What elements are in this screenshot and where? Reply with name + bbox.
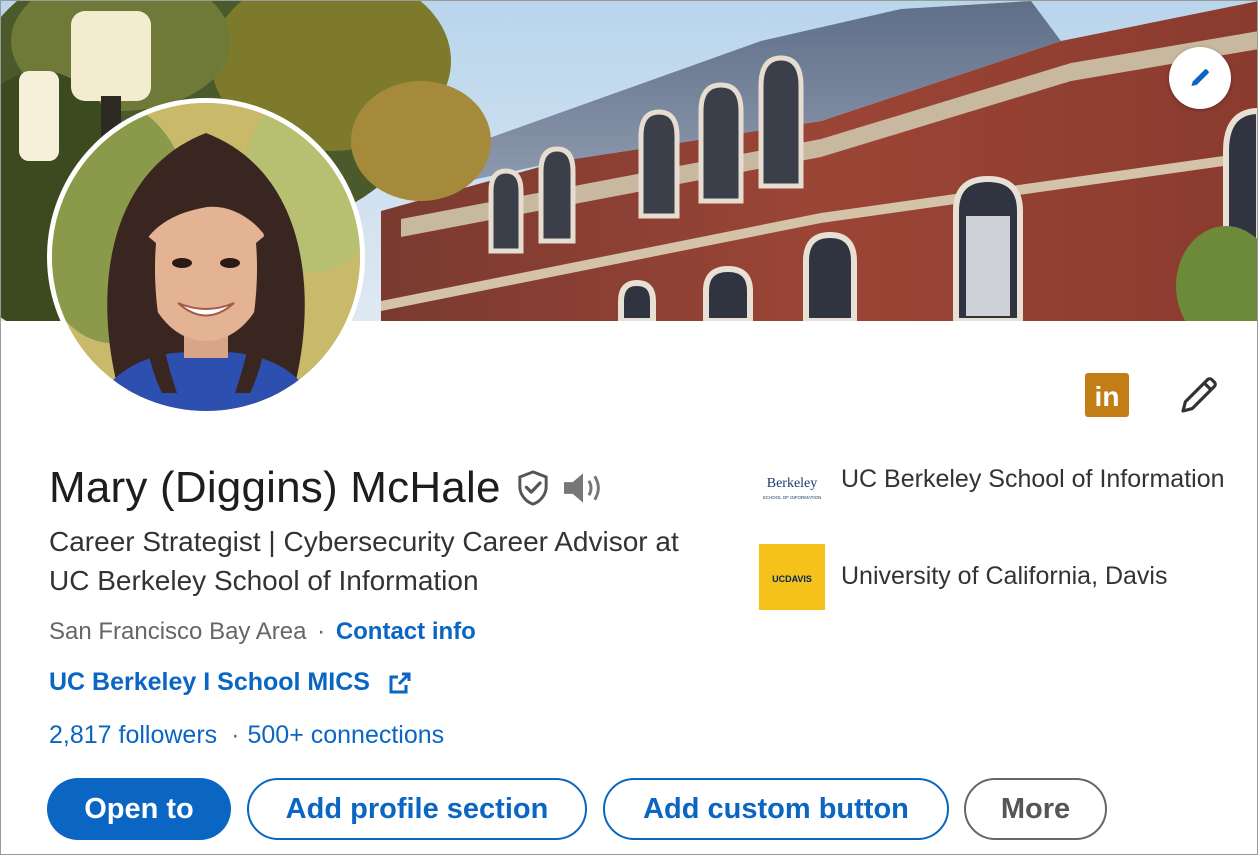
pencil-icon (1191, 69, 1209, 88)
profile-headline: Career Strategist | Cybersecurity Career… (49, 526, 679, 596)
add-custom-button-button[interactable]: Add custom button (603, 778, 949, 840)
website-label: UC Berkeley I School MICS (49, 668, 370, 696)
followers-link[interactable]: 2,817 followers (49, 721, 217, 749)
education-name: UC Berkeley School of Information (841, 465, 1225, 493)
website-link[interactable]: UC Berkeley I School MICS (49, 668, 412, 697)
ucdavis-logo-text: UCDAVIS (772, 574, 812, 584)
ucdavis-logo: UCDAVIS (759, 544, 825, 610)
education-name: University of California, Davis (841, 562, 1168, 590)
linkedin-badge-icon[interactable]: in (1085, 373, 1129, 417)
more-button[interactable]: More (964, 778, 1107, 840)
name-row: Mary (Diggins) McHale (49, 463, 605, 513)
berkeley-logo: Berkeley SCHOOL OF INFORMATION (759, 461, 825, 527)
edit-banner-button[interactable] (1169, 47, 1231, 109)
profile-photo[interactable] (47, 98, 365, 416)
berkeley-logo-text: Berkeley (767, 476, 818, 491)
open-to-button[interactable]: Open to (47, 778, 231, 840)
external-link-icon (389, 672, 411, 693)
education-item-ucdavis[interactable]: UCDAVIS University of California, Davis (759, 544, 1231, 610)
avatar (52, 103, 360, 411)
profile-name: Mary (Diggins) McHale (49, 463, 501, 512)
contact-info-link[interactable]: Contact info (336, 618, 476, 645)
location-separator: · (317, 618, 326, 645)
education-item-berkeley[interactable]: Berkeley SCHOOL OF INFORMATION UC Berkel… (759, 461, 1231, 527)
profile-card: in Mary (Diggins) McHale Career Strategi… (0, 0, 1258, 855)
berkeley-logo-subtext: SCHOOL OF INFORMATION (763, 495, 822, 500)
pencil-icon (1181, 377, 1217, 413)
shield-check-icon[interactable] (515, 469, 551, 507)
add-profile-section-button[interactable]: Add profile section (247, 778, 587, 840)
stats-separator: · (231, 721, 240, 749)
network-stats: 2,817 followers · 500+ connections (49, 721, 444, 750)
linkedin-badge-text: in (1095, 381, 1120, 412)
speaker-icon[interactable] (561, 469, 605, 507)
location-text: San Francisco Bay Area (49, 618, 307, 645)
location-row: San Francisco Bay Area · Contact info (49, 618, 476, 646)
edit-intro-button[interactable] (1175, 371, 1223, 419)
connections-link[interactable]: 500+ connections (247, 721, 444, 749)
